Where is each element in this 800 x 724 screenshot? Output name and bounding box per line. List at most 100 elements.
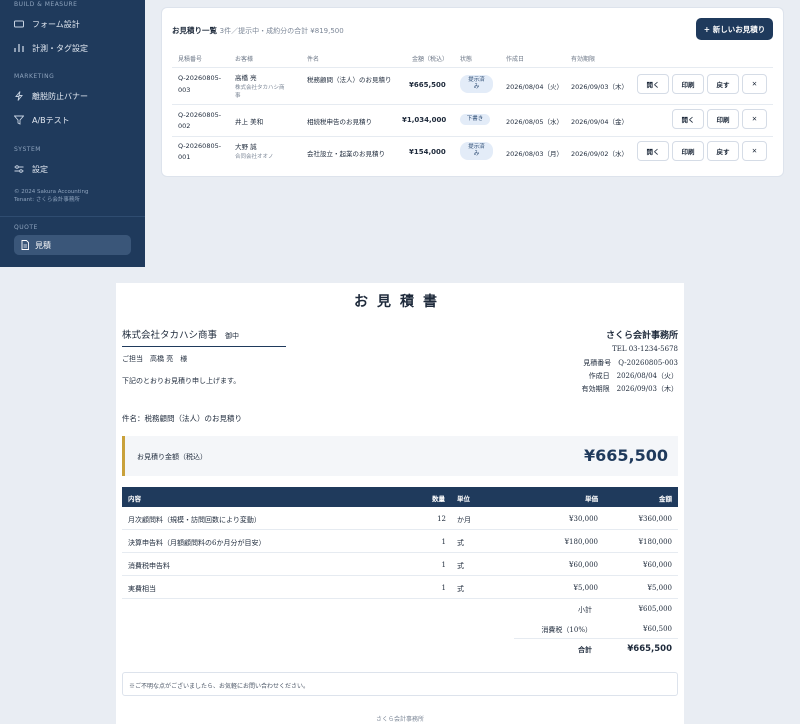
document-icon [20, 240, 30, 250]
line-description: 月次顧問料（規模・訪問回数により変動） [128, 516, 261, 524]
line-unit: か月 [457, 516, 471, 524]
customer-company: 株式会社タカハシ商 [235, 85, 285, 91]
client-name: 株式会社タカハシ商事 [122, 330, 218, 341]
greeting-line: 下記のとおりお見積り申し上げます。 [122, 377, 241, 385]
bolt-icon [14, 91, 24, 101]
customer-company-cont: 事 [235, 93, 241, 99]
quote-subject: 税務顧問（法人）のお見積り [307, 76, 392, 84]
header-amount: 金額 [659, 495, 672, 503]
status-text-cont: み [473, 84, 480, 90]
delete-button[interactable]: ✕ [742, 141, 767, 161]
quote-list-card: お見積り一覧 3件／提示中・成約分の合計 ¥819,500 + 新しいお見積り … [161, 7, 784, 177]
table-row: 実費相当 1 式 ¥5,000 ¥5,000 [122, 576, 678, 599]
subtotal-value: ¥605,000 [638, 605, 672, 613]
line-amount: ¥360,000 [638, 515, 672, 523]
document-expiry-date: 有効期限 2026/09/03（木） [581, 385, 678, 393]
created-date: 2026/08/04（火） [506, 83, 563, 91]
sidebar-item-form-design[interactable]: フォーム設計 [0, 12, 145, 36]
revert-button[interactable]: 戻す [707, 74, 739, 94]
sidebar-item-ab-test[interactable]: A/Bテスト [0, 108, 145, 132]
header-quantity: 数量 [432, 495, 445, 503]
client-name-block: 株式会社タカハシ商事 御中 [122, 327, 286, 347]
quote-list-subtitle: 3件／提示中・成約分の合計 ¥819,500 [219, 27, 344, 35]
status-badge: 下書き [460, 114, 490, 125]
sidebar-item-exit-banner[interactable]: 離脱防止バナー [0, 84, 145, 108]
sidebar-item-quote[interactable]: 見積 [14, 235, 131, 255]
line-unit-price: ¥180,000 [564, 538, 598, 546]
copyright-text: © 2024 Sakura Accounting [14, 189, 89, 195]
total-value: ¥665,500 [627, 644, 672, 654]
quote-number: Q-20260805- [178, 142, 222, 150]
line-unit: 式 [457, 539, 464, 547]
document-subject: 件名：税務顧問（法人）のお見積り [122, 414, 242, 423]
quote-amount-box: お見積り金額（税込） ¥665,500 [122, 436, 678, 476]
expiry-date: 2026/09/04（金） [571, 118, 628, 126]
row-divider [172, 136, 773, 137]
status-text: 提示済 [468, 144, 485, 150]
quote-subject: 相続税申告のお見積り [307, 118, 372, 126]
header-unit-price: 単価 [585, 495, 598, 503]
line-quantity: 1 [441, 561, 446, 569]
line-amount: ¥180,000 [638, 538, 672, 546]
revert-button[interactable]: 戻す [707, 141, 739, 161]
status-text-cont: み [473, 151, 480, 157]
status-badge: 提示済 み [460, 142, 493, 160]
line-unit-price: ¥5,000 [573, 584, 599, 592]
created-date: 2026/08/05（水） [506, 118, 563, 126]
open-button[interactable]: 開く [672, 109, 704, 129]
document-created-date: 作成日 2026/08/04（火） [588, 372, 678, 380]
quote-number: Q-20260805- [178, 74, 222, 82]
tenant-text: Tenant: さくら会計事務所 [14, 197, 80, 203]
sidebar-item-label: 見積 [35, 240, 51, 250]
sliders-icon [14, 164, 24, 174]
open-button[interactable]: 開く [637, 141, 669, 161]
line-quantity: 1 [441, 538, 446, 546]
print-button[interactable]: 印刷 [707, 109, 739, 129]
line-description: 実費相当 [128, 585, 156, 593]
amount-value: ¥665,500 [583, 446, 668, 465]
customer-name: 高橋 亮 [235, 74, 257, 82]
quote-document: お見積書 株式会社タカハシ商事 御中 ご担当 高橋 亮 様 下記のとおりお見積り申… [116, 283, 684, 724]
tax-label: 消費税（10%） [541, 626, 592, 634]
table-row: 消費税申告料 1 式 ¥60,000 ¥60,000 [122, 553, 678, 576]
filter-icon [14, 115, 24, 125]
sidebar-item-settings[interactable]: 設定 [0, 157, 145, 181]
issuer-name: さくら会計事務所 [605, 331, 678, 341]
quote-amount: ¥154,000 [409, 148, 446, 156]
sidebar-item-label: 計測・タグ設定 [32, 43, 88, 53]
created-date: 2026/08/03（月） [506, 150, 563, 158]
open-button[interactable]: 開く [637, 74, 669, 94]
subtotal-label: 小計 [578, 606, 592, 614]
customer-name: 大野 誠 [235, 143, 257, 151]
tag-icon [14, 43, 24, 53]
print-button[interactable]: 印刷 [672, 141, 704, 161]
sidebar-item-tag-settings[interactable]: 計測・タグ設定 [0, 36, 145, 60]
print-button[interactable]: 印刷 [672, 74, 704, 94]
document-quote-number: 見積番号 Q-20260805-003 [583, 359, 678, 367]
column-header-created: 作成日 [506, 56, 525, 63]
delete-button[interactable]: ✕ [742, 74, 767, 94]
column-header-status: 状態 [460, 56, 473, 63]
total-label: 合計 [578, 645, 592, 654]
sidebar: BUILD & MEASURE フォーム設計 計測・タグ設定 MARKETING… [0, 0, 145, 267]
status-text: 下書き [466, 116, 484, 122]
line-items-header: 内容 数量 単位 単価 金額 [122, 487, 678, 507]
amount-label: お見積り金額（税込） [137, 453, 207, 461]
issuer-tel: TEL 03-1234-5678 [612, 345, 678, 353]
sidebar-item-label: A/Bテスト [32, 115, 70, 125]
status-text: 提示済 [468, 77, 485, 83]
client-honorific: 御中 [225, 332, 240, 340]
section-marketing: MARKETING [14, 73, 55, 80]
line-amount: ¥5,000 [647, 584, 673, 592]
customer-name: 井上 美和 [235, 118, 264, 126]
attention-line: ご担当 高橋 亮 様 [122, 355, 188, 363]
table-row: 月次顧問料（規模・訪問回数により変動） 12 か月 ¥30,000 ¥360,0… [122, 507, 678, 530]
column-header-amount: 金額（税込） [412, 56, 449, 63]
column-header-customer: お客様 [235, 56, 254, 63]
quote-amount: ¥665,500 [409, 81, 446, 89]
delete-button[interactable]: ✕ [742, 109, 767, 129]
expiry-date: 2026/09/03（木） [571, 83, 628, 91]
line-description: 消費税申告料 [128, 562, 170, 570]
line-quantity: 12 [437, 515, 446, 523]
new-quote-button[interactable]: + 新しいお見積り [696, 18, 773, 40]
